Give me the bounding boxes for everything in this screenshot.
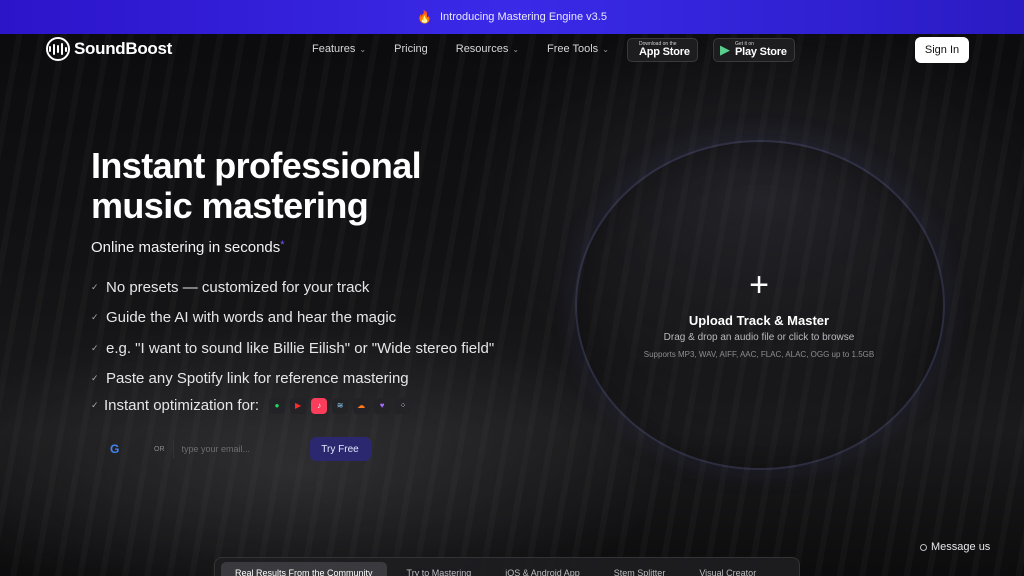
subtitle-footnote-mark: *	[280, 239, 285, 251]
nav-resources[interactable]: Resources ⌄	[456, 43, 519, 55]
check-icon: ✓	[91, 373, 99, 384]
sign-in-button[interactable]: Sign In	[915, 37, 969, 63]
hero-subtitle: Online mastering in seconds*	[91, 239, 285, 256]
logo[interactable]: SoundBoost	[46, 37, 172, 61]
list-item: ✓ Guide the AI with words and hear the m…	[91, 303, 494, 334]
plus-icon[interactable]: +	[746, 268, 772, 302]
upload-description: Drag & drop an audio file or click to br…	[663, 332, 855, 343]
chat-icon	[920, 543, 927, 551]
feature-list: ✓ No presets — customized for your track…	[91, 272, 494, 394]
signup-row: G OR Try Free	[98, 434, 371, 464]
app-store-big: App Store	[639, 46, 690, 58]
nav-free-tools[interactable]: Free Tools ⌄	[547, 43, 609, 55]
play-store-icon: ▶	[720, 42, 730, 57]
nav-pricing[interactable]: Pricing	[394, 43, 428, 55]
deezer-icon: ≋	[332, 397, 349, 414]
chevron-down-icon: ⌄	[359, 44, 367, 54]
soundcloud-icon: ☁	[353, 397, 370, 414]
play-store-button[interactable]: ▶ Get it on Play Store	[713, 38, 795, 62]
hero-title-line1: Instant professional	[91, 145, 422, 186]
upload-title: Upload Track & Master	[688, 313, 830, 328]
hero-title: Instant professional music mastering	[91, 146, 511, 226]
message-us-button[interactable]: Message us	[920, 541, 990, 553]
tab-stem-splitter[interactable]: Stem Splitter	[600, 562, 680, 576]
site-header: SoundBoost Features ⌄ Pricing Resources …	[0, 34, 1024, 66]
main-nav: Features ⌄ Pricing Resources ⌄ Free Tool…	[312, 43, 637, 55]
optimization-label: Instant optimization for:	[104, 397, 260, 414]
tidal-heart-icon: ♥	[374, 397, 391, 414]
google-icon[interactable]: G	[110, 442, 124, 456]
nav-free-tools-label: Free Tools	[547, 43, 599, 55]
nav-features[interactable]: Features ⌄	[312, 43, 366, 55]
platform-icons: ● ▶ ♪ ≋ ☁ ♥ ⁘	[269, 397, 412, 414]
or-label: OR	[154, 445, 165, 453]
tab-visual-creator[interactable]: Visual Creator	[685, 562, 770, 576]
optimization-row: ✓ Instant optimization for: ● ▶ ♪ ≋ ☁ ♥ …	[91, 397, 412, 414]
list-item: ✓ e.g. "I want to sound like Billie Eili…	[91, 333, 494, 364]
check-icon: ✓	[91, 342, 99, 353]
announcement-text: Introducing Mastering Engine v3.5	[440, 11, 607, 23]
logo-text: SoundBoost	[74, 39, 173, 58]
hero-subtitle-text: Online mastering in seconds	[91, 239, 281, 256]
spotify-icon: ●	[269, 397, 286, 414]
nav-pricing-label: Pricing	[394, 43, 428, 55]
youtube-icon: ▶	[290, 397, 307, 414]
section-tabs: Real Results From the Community Try to M…	[214, 557, 800, 576]
divider	[172, 440, 174, 458]
feature-text: No presets — customized for your track	[106, 278, 370, 296]
announcement-bar[interactable]: 🔥 Introducing Mastering Engine v3.5	[0, 0, 1024, 34]
app-store-button[interactable]: Download on the App Store	[627, 38, 698, 62]
check-icon: ✓	[91, 312, 99, 323]
check-icon: ✓	[91, 400, 99, 410]
tab-real-results[interactable]: Real Results From the Community	[221, 562, 387, 576]
upload-supported-formats: Supports MP3, WAV, AIFF, AAC, FLAC, ALAC…	[643, 350, 875, 359]
message-us-label: Message us	[931, 541, 991, 553]
dots-icon: ⁘	[395, 397, 412, 414]
list-item: ✓ No presets — customized for your track	[91, 272, 494, 303]
nav-resources-label: Resources	[455, 43, 509, 55]
fire-icon: 🔥	[417, 10, 432, 24]
feature-text: Paste any Spotify link for reference mas…	[106, 370, 409, 388]
check-icon: ✓	[91, 281, 99, 292]
list-item: ✓ Paste any Spotify link for reference m…	[91, 364, 494, 395]
hero-title-line2: music mastering	[91, 185, 369, 226]
try-free-button[interactable]: Try Free	[309, 437, 371, 461]
chevron-down-icon: ⌄	[602, 44, 609, 54]
tab-try-mastering[interactable]: Try to Mastering	[393, 562, 486, 576]
email-field[interactable]	[181, 444, 302, 454]
feature-text: e.g. "I want to sound like Billie Eilish…	[106, 339, 495, 357]
chevron-down-icon: ⌄	[512, 44, 520, 54]
headphones-logo-icon	[46, 37, 70, 61]
play-store-big: Play Store	[735, 46, 787, 58]
feature-text: Guide the AI with words and hear the mag…	[106, 309, 397, 327]
tab-mobile-app[interactable]: iOS & Android App	[491, 562, 594, 576]
apple-music-icon: ♪	[311, 397, 328, 414]
nav-features-label: Features	[312, 43, 356, 55]
upload-dropzone[interactable]	[575, 140, 945, 470]
